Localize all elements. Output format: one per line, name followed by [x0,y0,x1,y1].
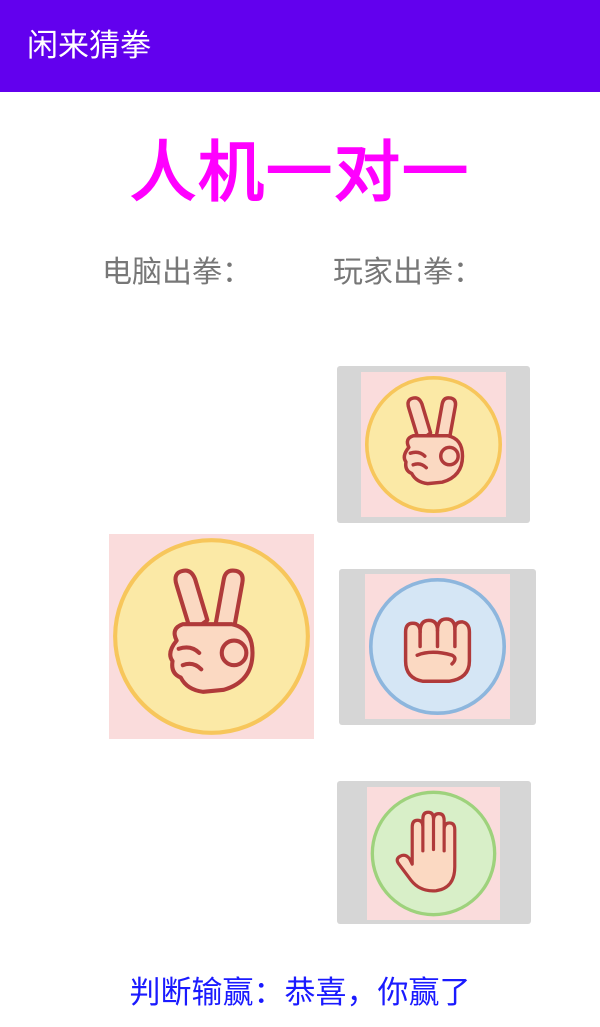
scissors-icon [113,538,310,735]
paper-icon [370,790,497,917]
player-paper-button[interactable] [337,781,531,924]
scissors-icon [364,375,503,514]
computer-label: 电脑出拳： [102,255,252,290]
rock-icon [368,577,507,716]
page-title: 人机一对一 [130,134,470,211]
player-label: 玩家出拳： [333,255,483,290]
app-bar: 闲来猜拳 [0,0,600,92]
player-rock-button[interactable] [339,569,536,725]
result-text: 判断输赢：恭喜，你赢了 [129,975,471,1011]
player-scissors-button[interactable] [337,366,530,523]
app-title: 闲来猜拳 [27,28,151,64]
computer-choice-image [109,534,314,739]
